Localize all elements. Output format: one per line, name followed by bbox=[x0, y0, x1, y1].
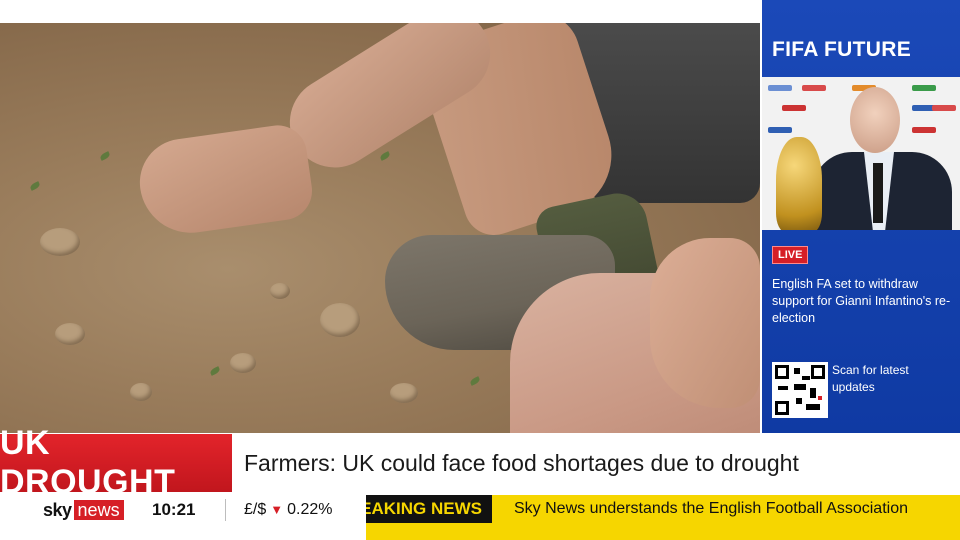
seedling bbox=[209, 366, 221, 376]
seedling bbox=[469, 376, 481, 386]
panel-video bbox=[762, 77, 960, 230]
logo-sky-text: sky bbox=[43, 500, 72, 520]
qr-code-icon[interactable] bbox=[772, 362, 828, 418]
soil-clod bbox=[320, 303, 360, 337]
speaker-head bbox=[850, 87, 900, 153]
headline-strap: Farmers: UK could face food shortages du… bbox=[232, 434, 960, 492]
soil-clod bbox=[230, 353, 256, 373]
topic-label: UK DROUGHT bbox=[0, 424, 232, 501]
main-video-frame bbox=[0, 23, 760, 433]
soil-clod bbox=[40, 228, 80, 256]
hand-on-knee bbox=[650, 238, 760, 408]
currency-change: 0.22% bbox=[287, 501, 333, 518]
sky-news-logo: sky news bbox=[43, 500, 124, 521]
live-badge: LIVE bbox=[772, 246, 809, 264]
hand-in-soil bbox=[134, 121, 316, 240]
down-triangle-icon: ▼ bbox=[270, 502, 284, 517]
qr-caption: Scan for latest updates bbox=[832, 363, 909, 394]
news-ticker: Sky News understands the English Footbal… bbox=[492, 495, 960, 523]
logo-news-text: news bbox=[73, 500, 124, 520]
breaking-news-text: BREAKING NEWS bbox=[366, 499, 482, 518]
currency-ticker: £/$ ▼ 0.22% bbox=[244, 501, 333, 519]
seedling bbox=[29, 181, 41, 191]
ticker-base bbox=[366, 523, 960, 540]
soil-clod bbox=[55, 323, 85, 345]
breaking-news-label: BREAKING NEWS bbox=[366, 495, 492, 523]
world-cup-trophy bbox=[776, 137, 822, 230]
divider bbox=[225, 499, 226, 521]
clock: 10:21 bbox=[152, 500, 196, 519]
currency-pair: £/$ bbox=[244, 501, 267, 518]
panel-headline: English FA set to withdraw support for G… bbox=[772, 277, 951, 325]
seedling bbox=[379, 151, 391, 161]
soil-clod bbox=[130, 383, 152, 401]
soil-clod bbox=[390, 383, 418, 403]
panel-title: FIFA FUTURE bbox=[772, 38, 912, 61]
seedling bbox=[99, 151, 111, 161]
ticker-text: Sky News understands the English Footbal… bbox=[514, 500, 908, 517]
soil-clod bbox=[270, 283, 290, 299]
side-panel: FIFA FUTURE LIVE English FA set to withd… bbox=[762, 0, 960, 433]
speaker-tie bbox=[873, 163, 883, 223]
